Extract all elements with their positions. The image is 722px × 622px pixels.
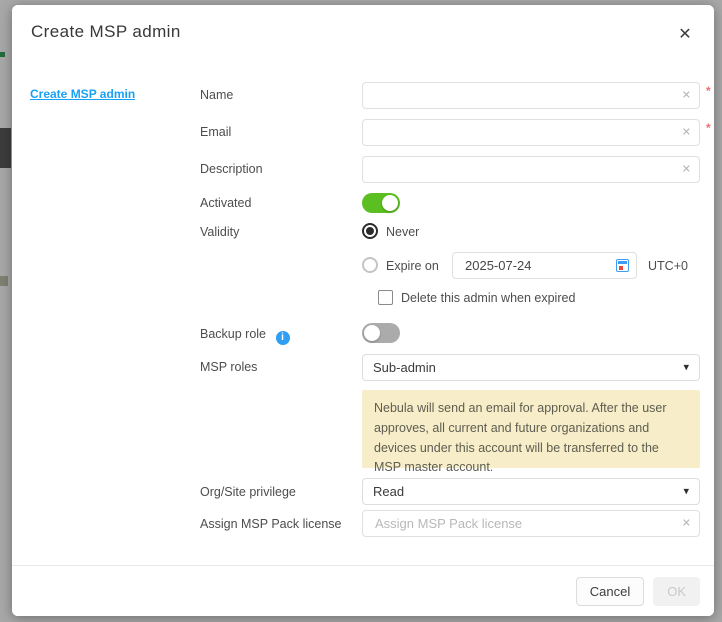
name-label: Name — [200, 88, 233, 102]
name-input[interactable] — [373, 87, 675, 104]
modal-form: Name ✕ * Email ✕ * Description ✕ Activat… — [182, 62, 714, 565]
description-input[interactable] — [373, 161, 675, 178]
required-marker: * — [706, 121, 711, 135]
toggle-knob — [382, 195, 398, 211]
backdrop-artifact — [0, 52, 5, 57]
modal-title: Create MSP admin — [31, 22, 181, 42]
msp-roles-selected-value: Sub-admin — [373, 360, 436, 375]
license-input[interactable] — [373, 515, 675, 532]
clear-icon[interactable]: ✕ — [682, 164, 691, 175]
create-msp-admin-modal: Create MSP admin ✕ Create MSP admin Name… — [12, 5, 714, 616]
backup-role-label: Backup role i — [200, 327, 290, 345]
modal-sidebar: Create MSP admin — [12, 62, 183, 565]
backdrop-artifact — [0, 276, 8, 286]
validity-label: Validity — [200, 225, 239, 239]
validity-expire-on-radio[interactable] — [362, 257, 378, 273]
timezone-label: UTC+0 — [648, 259, 688, 273]
clear-icon[interactable]: ✕ — [682, 127, 691, 138]
delete-when-expired-label: Delete this admin when expired — [401, 291, 575, 305]
backdrop-artifact — [0, 128, 11, 168]
required-marker: * — [706, 84, 711, 98]
chevron-down-icon: ▾ — [683, 486, 689, 497]
license-label: Assign MSP Pack license — [200, 517, 342, 531]
clear-icon[interactable]: ✕ — [682, 518, 691, 529]
expire-date-input-wrap — [452, 252, 637, 279]
org-site-privilege-select[interactable]: Read ▾ — [362, 478, 700, 505]
delete-when-expired-checkbox[interactable] — [378, 290, 393, 305]
modal-footer: Cancel OK — [12, 565, 714, 616]
calendar-icon[interactable] — [616, 259, 629, 272]
org-site-privilege-selected-value: Read — [373, 484, 404, 499]
activated-toggle[interactable] — [362, 193, 400, 213]
expire-date-input[interactable] — [463, 257, 608, 274]
validity-never-label: Never — [386, 225, 419, 239]
email-label: Email — [200, 125, 231, 139]
backup-role-toggle[interactable] — [362, 323, 400, 343]
description-label: Description — [200, 162, 263, 176]
msp-roles-select[interactable]: Sub-admin ▾ — [362, 354, 700, 381]
approval-note: Nebula will send an email for approval. … — [362, 390, 700, 468]
email-input[interactable] — [373, 124, 675, 141]
ok-button[interactable]: OK — [653, 577, 700, 606]
modal-header: Create MSP admin ✕ — [12, 5, 714, 63]
email-input-wrap: ✕ — [362, 119, 700, 146]
msp-roles-label: MSP roles — [200, 360, 257, 374]
validity-expire-on-label: Expire on — [386, 259, 439, 273]
validity-never-radio[interactable] — [362, 223, 378, 239]
close-icon[interactable]: ✕ — [673, 22, 697, 46]
description-input-wrap: ✕ — [362, 156, 700, 183]
name-input-wrap: ✕ — [362, 82, 700, 109]
info-icon[interactable]: i — [276, 331, 290, 345]
org-site-privilege-label: Org/Site privilege — [200, 485, 296, 499]
activated-label: Activated — [200, 196, 251, 210]
backup-role-label-text: Backup role — [200, 327, 266, 341]
sidebar-link-create-msp-admin[interactable]: Create MSP admin — [30, 87, 135, 101]
cancel-button[interactable]: Cancel — [576, 577, 644, 606]
toggle-knob — [364, 325, 380, 341]
license-input-wrap: ✕ — [362, 510, 700, 537]
clear-icon[interactable]: ✕ — [682, 90, 691, 101]
chevron-down-icon: ▾ — [683, 362, 689, 373]
